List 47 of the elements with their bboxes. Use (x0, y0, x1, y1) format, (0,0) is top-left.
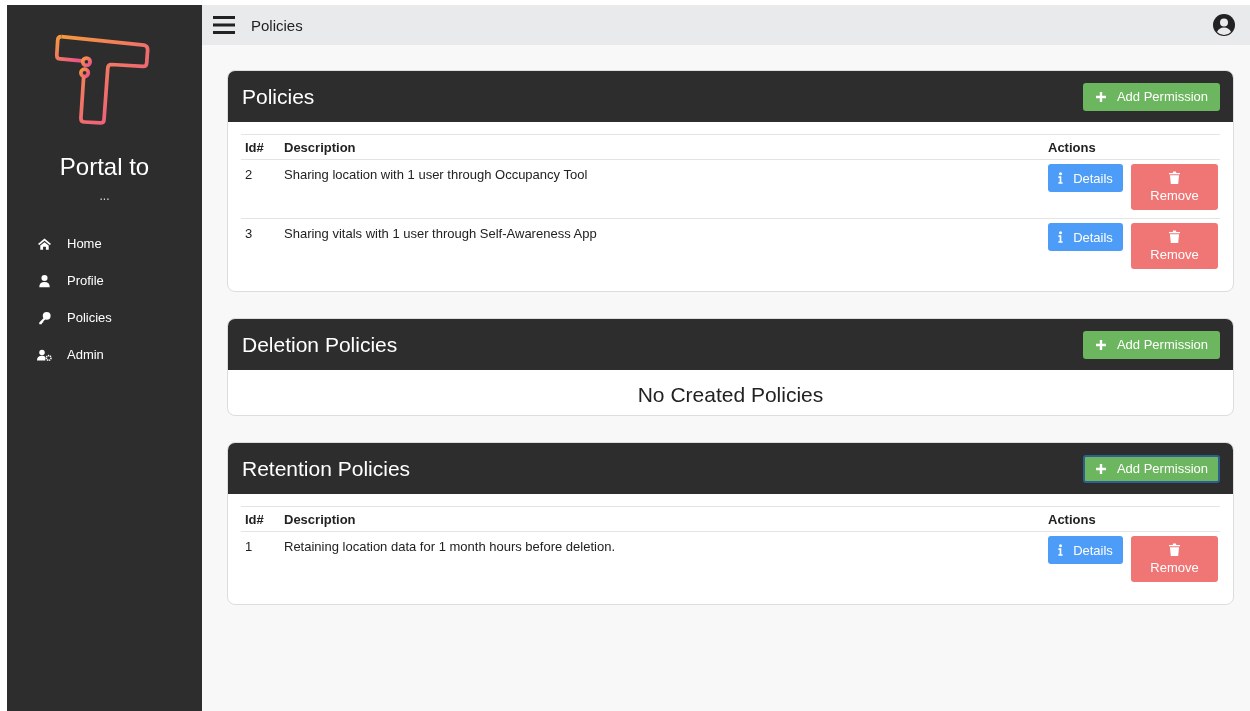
info-icon (1058, 231, 1064, 243)
menu-icon[interactable] (213, 16, 235, 34)
details-button[interactable]: Details (1048, 223, 1123, 251)
table-cell-text: Retaining location data for 1 month hours before deletion. (284, 538, 616, 556)
trash-icon (1169, 171, 1180, 184)
empty-message: No Created Policies (636, 382, 825, 408)
card-title: Policies (242, 84, 315, 109)
column-header: Actions (1048, 140, 1097, 155)
plus-icon (1094, 462, 1107, 475)
add-permission-button[interactable]: Add Permission (1082, 330, 1220, 359)
table-cell-text: 1 (244, 538, 254, 556)
details-button[interactable]: Details (1048, 164, 1123, 192)
trash-icon (1169, 230, 1180, 243)
column-header: Actions (1048, 512, 1097, 527)
table-cell-text: Sharing vitals with 1 user through Self-Awareness App (284, 225, 598, 243)
remove-button[interactable]: Remove (1131, 164, 1218, 210)
card-title: Retention Policies (242, 456, 411, 481)
account-icon[interactable] (1212, 13, 1236, 37)
column-header: Description (284, 140, 357, 155)
column-header: Description (284, 512, 357, 527)
card-title: Deletion Policies (242, 332, 398, 357)
add-permission-button[interactable]: Add Permission (1082, 82, 1220, 111)
trash-icon (1169, 543, 1180, 556)
portal-subtitle: ... (99, 189, 110, 203)
table-cell-text: Sharing location with 1 user through Occupancy Tool (284, 166, 589, 184)
add-permission-button[interactable]: Add Permission (1082, 454, 1220, 483)
remove-button[interactable]: Remove (1131, 223, 1218, 269)
plus-icon (1094, 338, 1107, 351)
table-cell-text: 3 (244, 225, 254, 243)
nav-item[interactable]: Home (37, 233, 202, 254)
portal-title: Portal to (59, 153, 150, 181)
key-icon (37, 310, 52, 325)
user-icon (37, 273, 52, 288)
house-icon (37, 236, 52, 251)
page-title: Policies (251, 16, 303, 34)
table-cell-text: 2 (244, 166, 254, 184)
column-header: Id# (244, 140, 265, 155)
info-icon (1058, 544, 1064, 556)
column-header: Id# (244, 512, 265, 527)
nav-item[interactable]: Admin (37, 344, 202, 365)
details-button[interactable]: Details (1048, 536, 1123, 564)
nav-item[interactable]: Profile (37, 270, 202, 291)
plus-icon (1094, 90, 1107, 103)
user-gear-icon (37, 347, 52, 362)
info-icon (1058, 172, 1064, 184)
remove-button[interactable]: Remove (1131, 536, 1218, 582)
nav-item[interactable]: Policies (37, 307, 202, 328)
